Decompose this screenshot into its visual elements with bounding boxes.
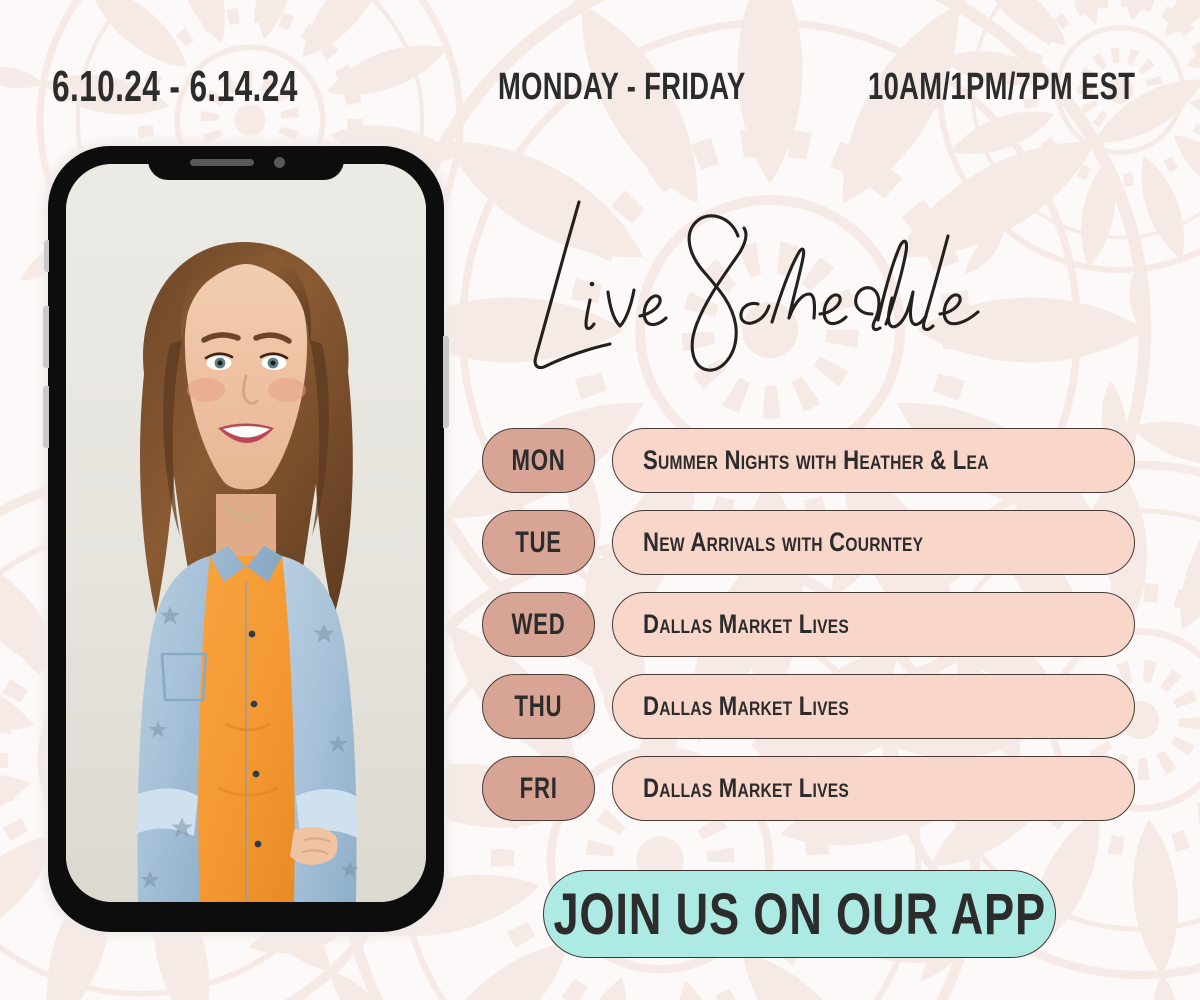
- event-label: Summer Nights with Heather & Lea: [643, 445, 989, 475]
- phone-mockup: [43, 141, 449, 937]
- event-pill-tue[interactable]: New Arrivals with Courntey: [612, 510, 1135, 575]
- day-label: WED: [511, 607, 566, 641]
- event-pill-fri[interactable]: Dallas Market Lives: [612, 756, 1135, 821]
- date-range-label: 6.10.24 - 6.14.24: [52, 62, 298, 111]
- day-pill-fri[interactable]: FRI: [482, 756, 595, 821]
- day-pill-wed[interactable]: WED: [482, 592, 595, 657]
- event-pill-wed[interactable]: Dallas Market Lives: [612, 592, 1135, 657]
- day-label: THU: [514, 689, 563, 723]
- phone-power-button[interactable]: [443, 336, 449, 428]
- day-pill-tue[interactable]: TUE: [482, 510, 595, 575]
- event-pill-mon[interactable]: Summer Nights with Heather & Lea: [612, 428, 1135, 493]
- phone-frame: [43, 146, 449, 932]
- phone-volume-down-button[interactable]: [43, 386, 49, 448]
- model-photo: [66, 164, 426, 902]
- day-pill-mon[interactable]: MON: [482, 428, 595, 493]
- phone-front-camera-icon: [274, 157, 285, 168]
- header-bar: 6.10.24 - 6.14.24 MONDAY - FRIDAY 10AM/1…: [0, 0, 1200, 130]
- day-label: FRI: [519, 771, 558, 805]
- phone-volume-up-button[interactable]: [43, 306, 49, 368]
- day-pill-thu[interactable]: THU: [482, 674, 595, 739]
- phone-notch: [148, 146, 344, 180]
- phone-screen: [66, 164, 426, 902]
- event-label: Dallas Market Lives: [643, 609, 850, 639]
- days-range-label: MONDAY - FRIDAY: [498, 66, 746, 108]
- phone-mute-switch[interactable]: [44, 240, 49, 272]
- day-label: MON: [511, 443, 566, 477]
- times-label: 10AM/1PM/7PM EST: [868, 66, 1136, 108]
- cta-label: JOIN US ON OUR APP: [553, 881, 1046, 947]
- day-label: TUE: [515, 525, 562, 559]
- event-pill-thu[interactable]: Dallas Market Lives: [612, 674, 1135, 739]
- event-label: Dallas Market Lives: [643, 691, 850, 721]
- event-label: Dallas Market Lives: [643, 773, 850, 803]
- join-us-on-our-app-button[interactable]: JOIN US ON OUR APP: [543, 870, 1056, 958]
- page-title-live-schedule: [533, 200, 980, 372]
- event-label: New Arrivals with Courntey: [643, 527, 924, 557]
- phone-speaker-grille: [190, 159, 254, 166]
